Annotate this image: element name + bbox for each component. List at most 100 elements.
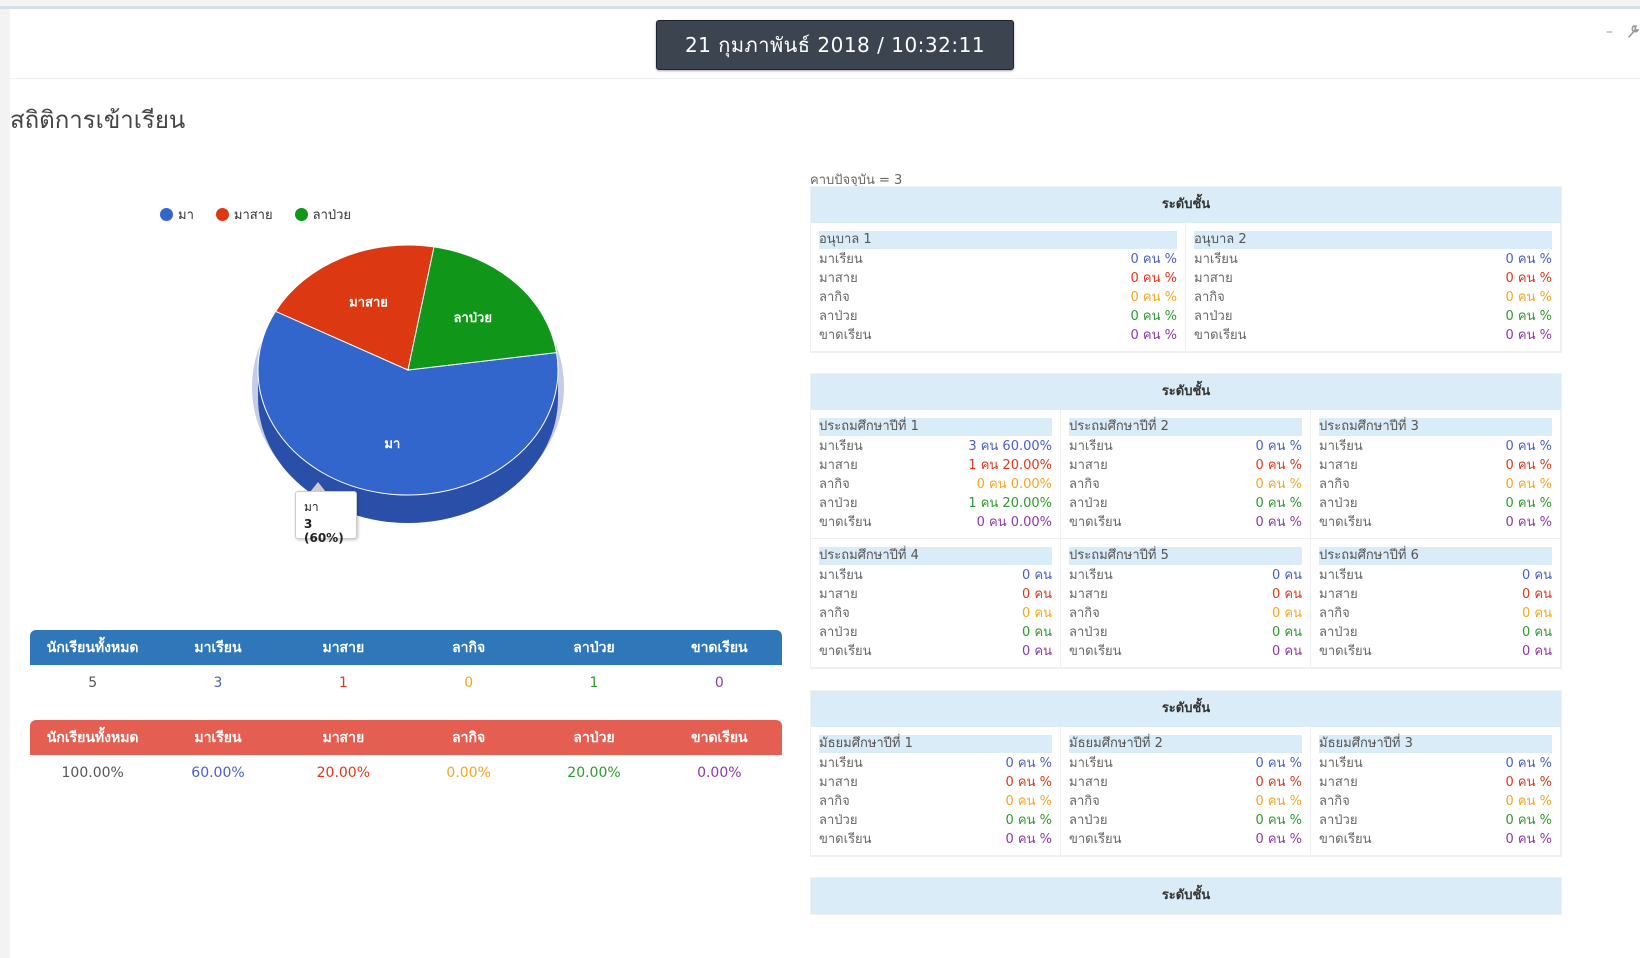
stat-label: มาเรียน — [819, 568, 863, 583]
header-cell: มาเรียน — [194, 729, 242, 746]
stat-value: 0 คน % — [1505, 496, 1552, 511]
header-cell: นักเรียนทั้งหมด — [46, 639, 139, 656]
chart-legend: มา มาสาย ลาป่วย — [160, 204, 373, 224]
stat-label: ขาดเรียน — [819, 328, 872, 343]
class-grid: อนุบาล 1 มาเรียน 0 คน % มาสาย 0 คน % ลากิจ 0 ค… — [811, 223, 1561, 352]
stat-value: 0 คน — [1272, 568, 1302, 583]
stat-value: 0 คน % — [1255, 439, 1302, 454]
header-cell: นักเรียนทั้งหมด — [46, 729, 139, 746]
class-grid: ประถมศึกษาปีที่ 1 มาเรียน 3 คน 60.00% มาสาย… — [811, 410, 1561, 668]
stat-row: มาสาย 0 คน % — [1319, 456, 1552, 475]
stat-value: 0 คน % — [1505, 290, 1552, 305]
stat-value: 0 คน % — [1130, 271, 1177, 286]
stat-value: 0 คน — [1272, 606, 1302, 621]
count-table-row: 5 3 1 0 1 0 — [30, 665, 782, 701]
section-heading: ระดับชั้น — [811, 374, 1561, 410]
stat-row: มาเรียน 0 คน % — [819, 754, 1052, 773]
stat-row: มาเรียน 3 คน 60.00% — [819, 437, 1052, 456]
stat-value: 0 คน — [1522, 625, 1552, 640]
legend-item-late[interactable]: มาสาย — [215, 204, 273, 224]
stat-value: 0 คน — [1522, 644, 1552, 659]
legend-dot-icon — [160, 207, 173, 221]
minus-icon[interactable]: – — [1606, 25, 1618, 39]
stat-label: มาสาย — [1069, 775, 1108, 790]
stat-value: 0 คน % — [1255, 515, 1302, 530]
class-grid: มัธยมศึกษาปีที่ 1 มาเรียน 0 คน % มาสาย 0 คน … — [811, 727, 1561, 856]
stat-value: 0 คน — [1022, 568, 1052, 583]
stat-row: ลาป่วย 0 คน — [1069, 623, 1302, 642]
header-cell: มาสาย — [322, 639, 365, 656]
class-section: ระดับชั้น ประถมศึกษาปีที่ 1 มาเรียน 3 คน 60… — [810, 373, 1562, 669]
stat-row: มาสาย 0 คน % — [819, 773, 1052, 792]
stat-label: มาสาย — [1319, 458, 1358, 473]
stat-row: ขาดเรียน 0 คน % — [1319, 830, 1552, 849]
class-card: ประถมศึกษาปีที่ 2 มาเรียน 0 คน % มาสาย 0 คน … — [1061, 410, 1311, 539]
table-cell: 20.00% — [567, 765, 621, 781]
stat-value: 0 คน % — [1130, 252, 1177, 267]
stat-label: ลาป่วย — [1069, 625, 1108, 640]
stat-label: มาเรียน — [1069, 568, 1113, 583]
legend-item-present[interactable]: มา — [160, 204, 194, 224]
stat-value: 1 คน 20.00% — [968, 496, 1052, 511]
stat-value: 0 คน % — [1255, 775, 1302, 790]
class-card: ประถมศึกษาปีที่ 1 มาเรียน 3 คน 60.00% มาสาย… — [811, 410, 1061, 539]
stat-row: ลากิจ 0 คน % — [1069, 792, 1302, 811]
stat-row: มาเรียน 0 คน % — [1069, 437, 1302, 456]
stat-row: มาสาย 0 คน — [819, 585, 1052, 604]
stat-row: ลากิจ 0 คน % — [1319, 475, 1552, 494]
stat-row: มาเรียน 0 คน — [1319, 566, 1552, 585]
table-cell: 5 — [88, 675, 98, 691]
stat-value: 0 คน % — [1005, 794, 1052, 809]
stat-value: 0 คน 0.00% — [976, 515, 1052, 530]
stat-value: 0 คน % — [1505, 252, 1552, 267]
stat-label: ขาดเรียน — [819, 832, 872, 847]
stat-value: 0 คน % — [1005, 813, 1052, 828]
table-cell: 0.00% — [446, 765, 491, 781]
stat-row: ลาป่วย 0 คน — [1319, 623, 1552, 642]
wrench-icon[interactable] — [1626, 23, 1640, 39]
table-cell: 1 — [338, 675, 348, 691]
stat-label: มาสาย — [819, 271, 858, 286]
panel-header: 21 กุมภาพันธ์ 2018 / 10:32:11 – — [10, 9, 1640, 79]
stat-value: 0 คน % — [1255, 813, 1302, 828]
section-heading: ระดับชั้น — [811, 187, 1561, 223]
class-name: มัธยมศึกษาปีที่ 1 — [819, 735, 1052, 753]
table-cell: 60.00% — [191, 765, 245, 781]
stat-label: ขาดเรียน — [1319, 644, 1372, 659]
stat-row: ลาป่วย 0 คน — [819, 623, 1052, 642]
class-section: ระดับชั้น — [810, 877, 1562, 915]
stat-label: ขาดเรียน — [1069, 644, 1122, 659]
class-name: ประถมศึกษาปีที่ 6 — [1319, 547, 1552, 565]
stat-value: 0 คน — [1272, 644, 1302, 659]
stat-row: ลาป่วย 0 คน % — [1069, 494, 1302, 513]
class-section: ระดับชั้น อนุบาล 1 มาเรียน 0 คน % มาสาย 0 คน … — [810, 186, 1562, 353]
stat-value: 0 คน 0.00% — [976, 477, 1052, 492]
stat-value: 0 คน % — [1005, 775, 1052, 790]
legend-item-sick[interactable]: ลาป่วย — [294, 204, 351, 224]
stat-value: 0 คน % — [1505, 309, 1552, 324]
chart-tooltip: มา 3 (60%) — [295, 482, 357, 545]
stat-value: 0 คน % — [1255, 496, 1302, 511]
stat-label: ลากิจ — [819, 794, 850, 809]
stat-row: ลากิจ 0 คน % — [1194, 288, 1552, 307]
stat-label: ลาป่วย — [819, 813, 858, 828]
header-cell: ขาดเรียน — [691, 639, 748, 656]
stat-row: ลาป่วย 0 คน % — [1194, 307, 1552, 326]
pie-slice-2[interactable] — [407, 246, 558, 371]
stat-value: 0 คน % — [1255, 832, 1302, 847]
stat-row: ขาดเรียน 0 คน % — [1194, 326, 1552, 345]
stat-row: มาสาย 0 คน % — [819, 269, 1177, 288]
table-cell: 0.00% — [697, 765, 742, 781]
stat-label: ลาป่วย — [819, 625, 858, 640]
stat-row: ลาป่วย 0 คน % — [1319, 811, 1552, 830]
stat-value: 0 คน % — [1505, 756, 1552, 771]
stat-row: ลากิจ 0 คน — [1319, 604, 1552, 623]
class-name: มัธยมศึกษาปีที่ 3 — [1319, 735, 1552, 753]
stat-value: 0 คน — [1522, 587, 1552, 602]
pie-chart-svg: มา มาสายลาป่วย — [252, 244, 564, 523]
tooltip-value: 3 (60%) — [304, 517, 344, 545]
stat-label: ขาดเรียน — [1069, 515, 1122, 530]
class-card: อนุบาล 1 มาเรียน 0 คน % มาสาย 0 คน % ลากิจ 0 ค… — [811, 223, 1186, 352]
stat-row: ลากิจ 0 คน 0.00% — [819, 475, 1052, 494]
stat-row: ลากิจ 0 คน % — [1319, 792, 1552, 811]
